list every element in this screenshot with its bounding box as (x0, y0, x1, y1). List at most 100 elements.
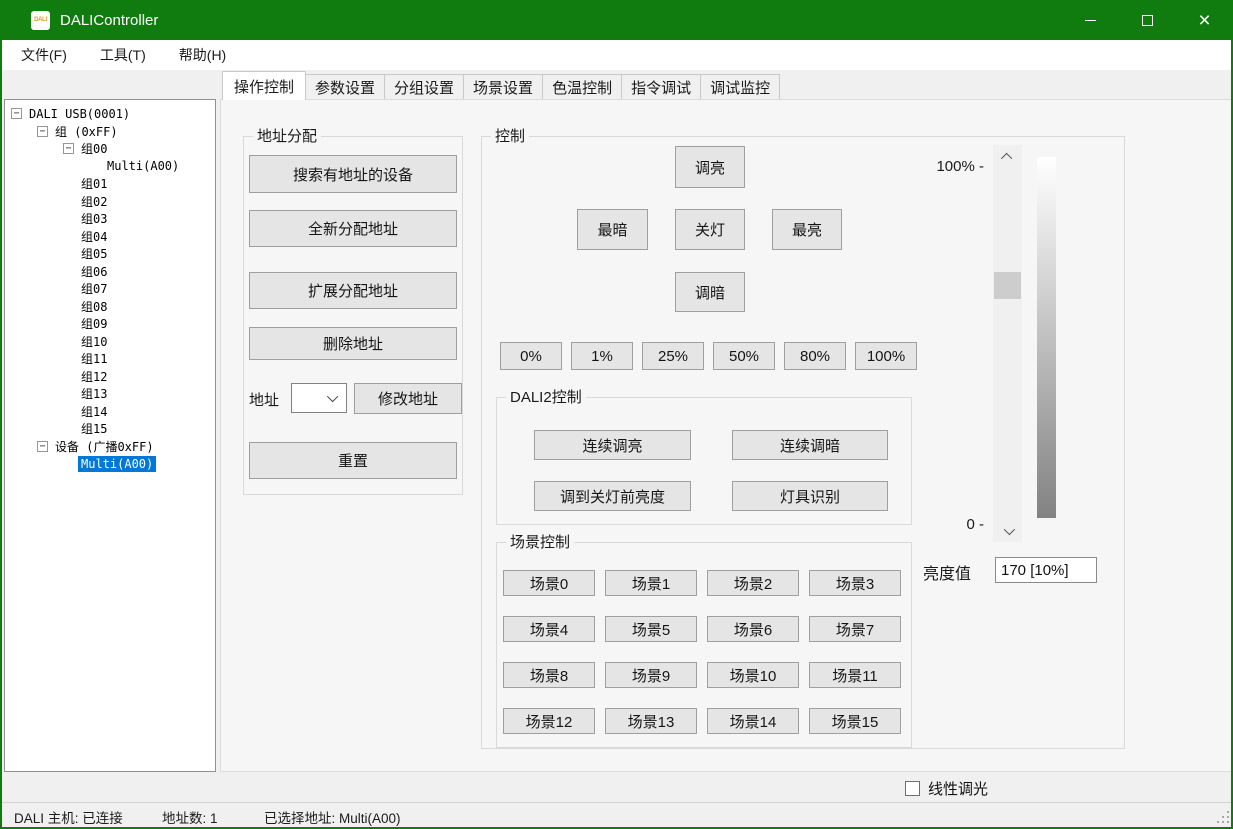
tree-item[interactable]: 组02 (5, 193, 215, 211)
tree-item[interactable]: 组01 (5, 175, 215, 193)
tree-item[interactable]: Multi(A00) (5, 158, 215, 176)
darkest-button[interactable]: 最暗 (577, 209, 648, 250)
brighten-button[interactable]: 调亮 (675, 146, 745, 188)
scrollbar-up-arrow[interactable] (993, 145, 1022, 168)
reset-button[interactable]: 重置 (249, 442, 457, 479)
assign-new-addresses-button[interactable]: 全新分配地址 (249, 210, 457, 247)
tree-item[interactable]: 组10 (5, 333, 215, 351)
minimize-button[interactable] (1062, 0, 1119, 40)
scene-button-6[interactable]: 场景6 (707, 616, 799, 642)
menu-item-0[interactable]: 文件(F) (9, 40, 79, 70)
linear-dimming-checkbox[interactable] (905, 781, 920, 796)
tab-6[interactable]: 调试监控 (701, 74, 780, 100)
menu-item-2[interactable]: 帮助(H) (167, 40, 238, 70)
tree-item[interactable]: 组13 (5, 385, 215, 403)
search-addressed-devices-button[interactable]: 搜索有地址的设备 (249, 155, 457, 193)
extend-assign-addresses-button[interactable]: 扩展分配地址 (249, 272, 457, 309)
scrollbar-thumb[interactable] (994, 272, 1021, 299)
tree-item[interactable]: 组03 (5, 210, 215, 228)
tree-item-label: 组01 (78, 174, 110, 193)
app-icon-text: DALI (34, 17, 47, 23)
maximize-button[interactable] (1119, 0, 1176, 40)
tab-5[interactable]: 指令调试 (622, 74, 701, 100)
scene-button-0[interactable]: 场景0 (503, 570, 595, 596)
device-tree: −DALI USB(0001)−组 (0xFF)−组00Multi(A00)组0… (4, 99, 216, 772)
brightest-button[interactable]: 最亮 (772, 209, 842, 250)
collapse-icon[interactable]: − (63, 143, 74, 154)
tree-indent-spacer (63, 301, 78, 312)
scene-button-11[interactable]: 场景11 (809, 662, 901, 688)
tree-item[interactable]: 组04 (5, 228, 215, 246)
brightness-scrollbar[interactable] (993, 145, 1022, 542)
tree-item[interactable]: 组07 (5, 280, 215, 298)
collapse-icon[interactable]: − (11, 108, 22, 119)
light-off-button[interactable]: 关灯 (675, 209, 745, 250)
tree-item[interactable]: 组11 (5, 350, 215, 368)
scene-button-9[interactable]: 场景9 (605, 662, 697, 688)
scene-button-13[interactable]: 场景13 (605, 708, 697, 734)
continuous-dim-button[interactable]: 连续调暗 (732, 430, 888, 460)
collapse-icon[interactable]: − (37, 441, 48, 452)
tree-item-label: 组09 (78, 314, 110, 333)
percent-button-0[interactable]: 0% (500, 342, 562, 370)
scene-button-3[interactable]: 场景3 (809, 570, 901, 596)
tree-item-label: 组02 (78, 192, 110, 211)
address-label: 地址 (249, 389, 279, 410)
scrollbar-down-arrow[interactable] (993, 519, 1022, 542)
scene-button-10[interactable]: 场景10 (707, 662, 799, 688)
tree-item[interactable]: −DALI USB(0001) (5, 105, 215, 123)
scene-button-7[interactable]: 场景7 (809, 616, 901, 642)
brightness-0-label: 0 - (912, 516, 984, 533)
tree-item-label: Multi(A00) (78, 456, 156, 472)
tree-indent-spacer (63, 213, 78, 224)
tree-item[interactable]: 组09 (5, 315, 215, 333)
tree-indent-spacer (63, 423, 78, 434)
tree-item-label: 组06 (78, 262, 110, 281)
tree-item[interactable]: 组12 (5, 368, 215, 386)
scene-button-15[interactable]: 场景15 (809, 708, 901, 734)
brightness-value-field[interactable]: 170 [10%] (995, 557, 1097, 583)
percent-button-100[interactable]: 100% (855, 342, 917, 370)
tab-4[interactable]: 色温控制 (543, 74, 622, 100)
address-combobox[interactable] (291, 383, 347, 413)
minimize-icon (1085, 20, 1096, 21)
tree-item-label: 组 (0xFF) (52, 122, 121, 141)
dim-button[interactable]: 调暗 (675, 272, 745, 312)
luminaire-identify-button[interactable]: 灯具识别 (732, 481, 888, 511)
tree-item[interactable]: 组14 (5, 403, 215, 421)
tab-1[interactable]: 参数设置 (306, 74, 385, 100)
scene-button-5[interactable]: 场景5 (605, 616, 697, 642)
tree-item[interactable]: 组05 (5, 245, 215, 263)
scene-button-4[interactable]: 场景4 (503, 616, 595, 642)
scene-button-1[interactable]: 场景1 (605, 570, 697, 596)
percent-button-80[interactable]: 80% (784, 342, 846, 370)
status-item-2: 已选择地址: Multi(A00) (264, 807, 401, 827)
tree-item[interactable]: −组00 (5, 140, 215, 158)
percent-button-25[interactable]: 25% (642, 342, 704, 370)
tab-2[interactable]: 分组设置 (385, 74, 464, 100)
scene-button-14[interactable]: 场景14 (707, 708, 799, 734)
resize-grip[interactable] (1216, 810, 1229, 823)
tree-indent-spacer (63, 318, 78, 329)
scene-button-12[interactable]: 场景12 (503, 708, 595, 734)
tree-item[interactable]: Multi(A00) (5, 455, 215, 473)
tree-item[interactable]: 组08 (5, 298, 215, 316)
tab-3[interactable]: 场景设置 (464, 74, 543, 100)
close-button[interactable]: × (1176, 0, 1233, 40)
scene-button-8[interactable]: 场景8 (503, 662, 595, 688)
tree-item[interactable]: −设备 (广播0xFF) (5, 438, 215, 456)
menu-item-1[interactable]: 工具(T) (88, 40, 158, 70)
tab-0[interactable]: 操作控制 (222, 71, 306, 100)
status-item-0: DALI 主机: 已连接 (14, 807, 123, 827)
scene-button-2[interactable]: 场景2 (707, 570, 799, 596)
tree-item[interactable]: 组15 (5, 420, 215, 438)
restore-pre-off-brightness-button[interactable]: 调到关灯前亮度 (534, 481, 691, 511)
tree-item[interactable]: −组 (0xFF) (5, 123, 215, 141)
modify-address-button[interactable]: 修改地址 (354, 383, 462, 414)
percent-button-50[interactable]: 50% (713, 342, 775, 370)
percent-button-1[interactable]: 1% (571, 342, 633, 370)
collapse-icon[interactable]: − (37, 126, 48, 137)
tree-item[interactable]: 组06 (5, 263, 215, 281)
delete-address-button[interactable]: 删除地址 (249, 327, 457, 360)
continuous-brighten-button[interactable]: 连续调亮 (534, 430, 691, 460)
